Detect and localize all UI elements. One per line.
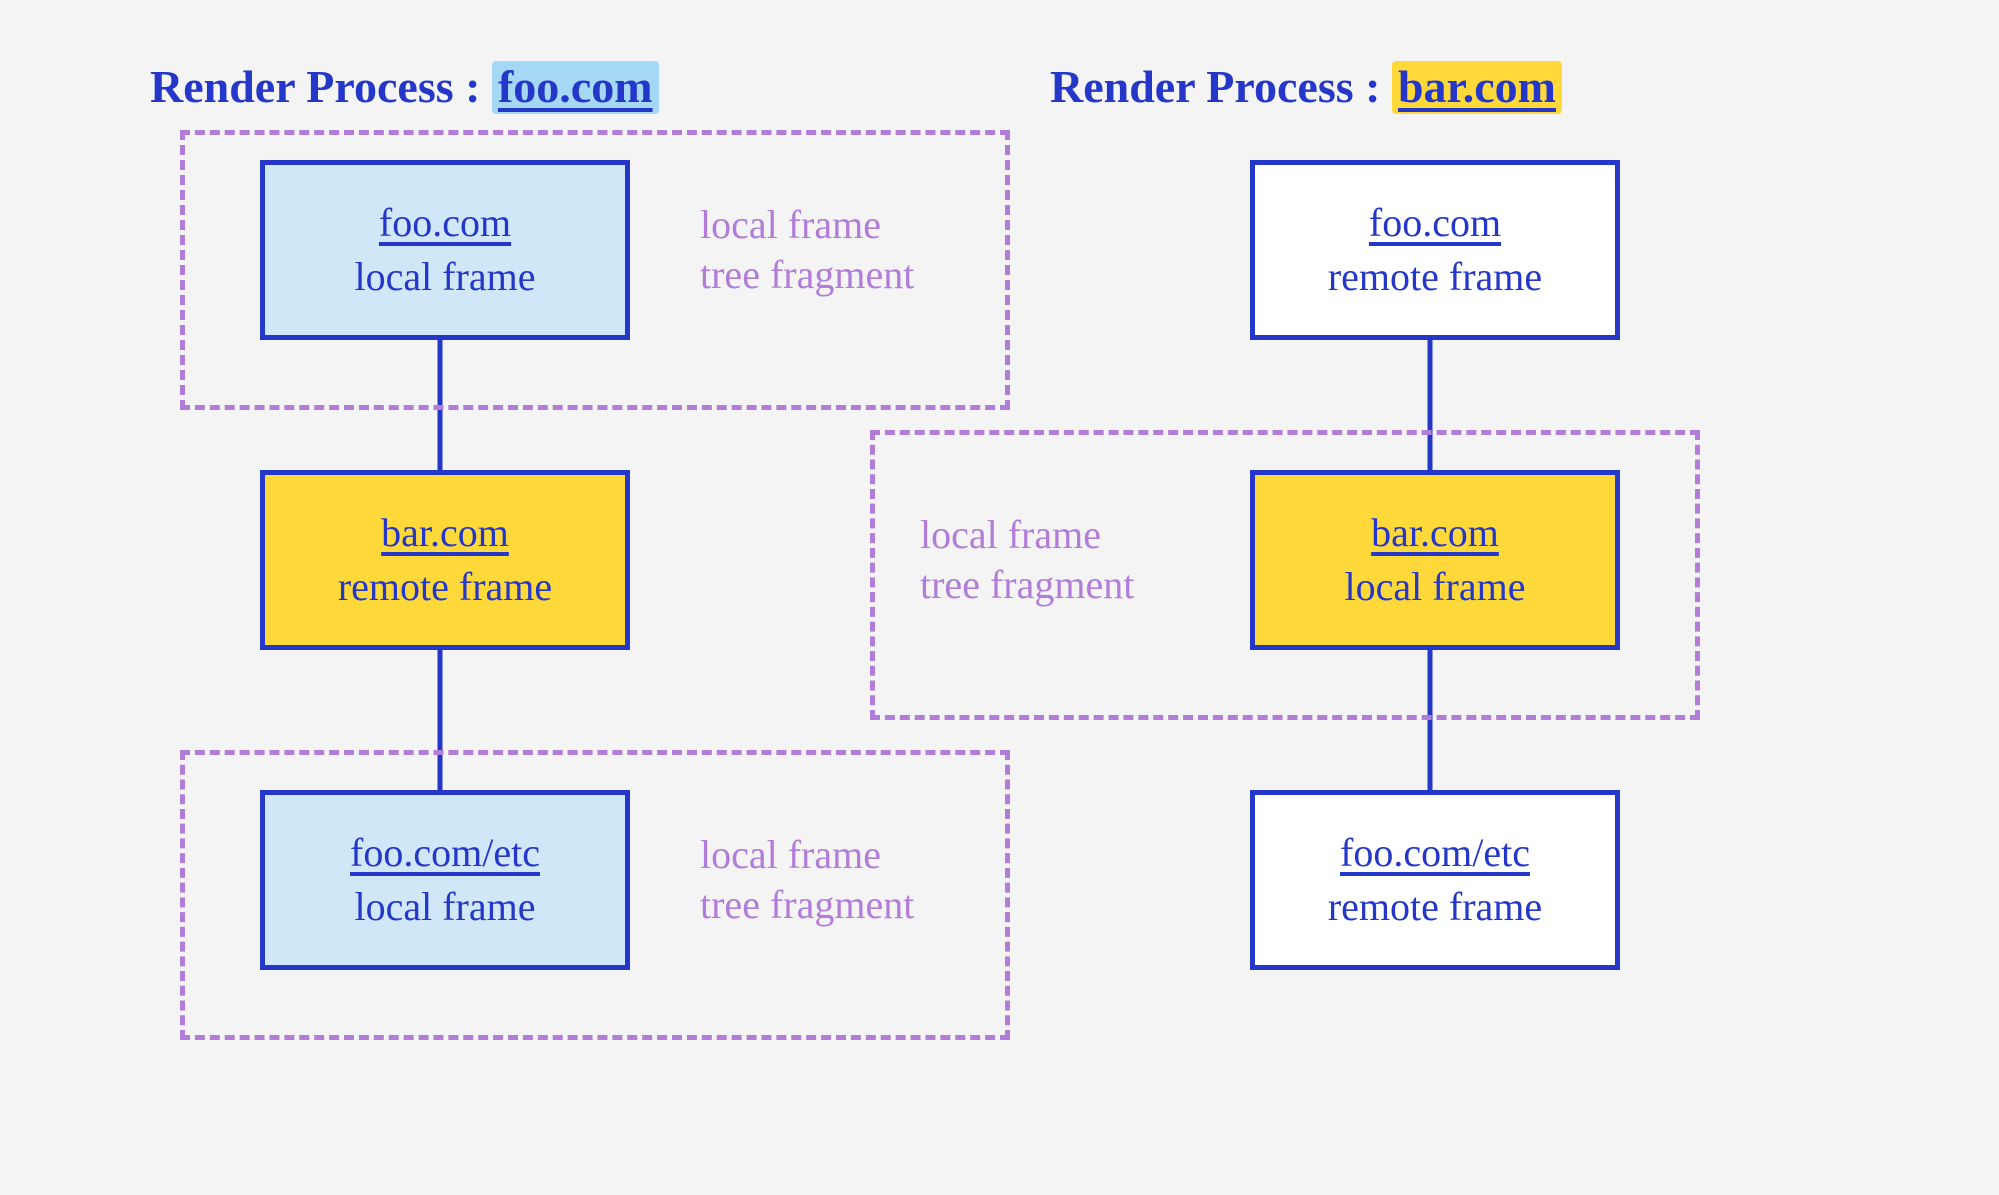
right-header-prefix: Render Process : xyxy=(1050,61,1392,112)
left-frame-2-type: local frame xyxy=(355,880,536,934)
left-annotation-bottom: local frametree fragment xyxy=(700,830,914,930)
left-frame-1-type: remote frame xyxy=(338,560,552,614)
right-frame-2-type: remote frame xyxy=(1328,880,1542,934)
diagram-canvas: Render Process : foo.com Render Process … xyxy=(0,0,1999,1195)
left-process-header: Render Process : foo.com xyxy=(150,60,659,113)
right-frame-0-type: remote frame xyxy=(1328,250,1542,304)
right-frame-2: foo.com/etc remote frame xyxy=(1250,790,1620,970)
left-frame-0-url: foo.com xyxy=(379,196,511,250)
right-frame-0: foo.com remote frame xyxy=(1250,160,1620,340)
right-frame-1-type: local frame xyxy=(1345,560,1526,614)
left-annotation-top: local frametree fragment xyxy=(700,200,914,300)
left-header-prefix: Render Process : xyxy=(150,61,492,112)
left-frame-2-url: foo.com/etc xyxy=(350,826,540,880)
right-process-header: Render Process : bar.com xyxy=(1050,60,1562,113)
right-frame-2-url: foo.com/etc xyxy=(1340,826,1530,880)
left-frame-0-type: local frame xyxy=(355,250,536,304)
left-frame-1-url: bar.com xyxy=(381,506,509,560)
left-frame-1: bar.com remote frame xyxy=(260,470,630,650)
right-annotation-middle: local frametree fragment xyxy=(920,510,1134,610)
left-header-site: foo.com xyxy=(492,61,659,114)
right-frame-0-url: foo.com xyxy=(1369,196,1501,250)
right-header-site: bar.com xyxy=(1392,61,1562,114)
right-frame-1-url: bar.com xyxy=(1371,506,1499,560)
left-frame-2: foo.com/etc local frame xyxy=(260,790,630,970)
right-frame-1: bar.com local frame xyxy=(1250,470,1620,650)
left-frame-0: foo.com local frame xyxy=(260,160,630,340)
